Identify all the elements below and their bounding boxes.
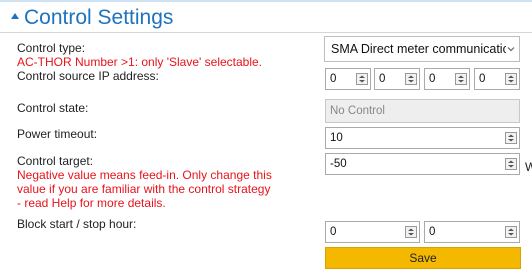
ip-octet-2-value: 0	[379, 73, 386, 85]
control-target-label: Control target:	[17, 154, 94, 168]
block-hours-label: Block start / stop hour:	[17, 217, 137, 231]
spinner-icon[interactable]	[405, 226, 417, 238]
spinner-icon[interactable]	[356, 73, 368, 85]
spinner-icon[interactable]	[505, 132, 517, 144]
section-header[interactable]: Control Settings	[0, 2, 532, 32]
triangle-up-icon[interactable]	[10, 11, 20, 21]
block-start-input[interactable]: 0	[325, 221, 420, 243]
ip-octet-4-input[interactable]: 0	[474, 68, 520, 90]
ip-octet-1-input[interactable]: 0	[325, 68, 371, 90]
ip-octet-3-input[interactable]: 0	[424, 68, 470, 90]
control-target-unit: W	[525, 160, 532, 174]
spinner-icon[interactable]	[505, 73, 517, 85]
control-state-field: No Control	[325, 99, 520, 123]
header-divider	[0, 32, 532, 33]
block-stop-value: 0	[429, 226, 436, 238]
spinner-icon[interactable]	[505, 226, 517, 238]
save-button[interactable]: Save	[325, 247, 521, 269]
control-type-selected: SMA Direct meter communication	[331, 42, 507, 56]
control-type-select[interactable]: SMA Direct meter communication	[324, 36, 520, 62]
ip-octet-2-input[interactable]: 0	[374, 68, 420, 90]
power-timeout-input[interactable]: 10	[325, 127, 520, 149]
power-timeout-label: Power timeout:	[17, 127, 98, 141]
control-target-input[interactable]: -50	[325, 153, 520, 175]
block-start-value: 0	[330, 226, 337, 238]
control-target-warning-line-3: - read Help for more details.	[17, 196, 166, 210]
spinner-icon[interactable]	[455, 73, 467, 85]
control-target-warning-line-1: Negative value means feed-in. Only chang…	[17, 168, 272, 182]
ip-octet-1-value: 0	[330, 73, 337, 85]
control-target-warning-line-2: value if you are familiar with the contr…	[17, 182, 271, 196]
control-state-label: Control state:	[17, 101, 89, 115]
section-title: Control Settings	[24, 6, 174, 29]
ip-octet-3-value: 0	[429, 73, 436, 85]
control-type-label: Control type:	[17, 41, 86, 55]
spinner-icon[interactable]	[405, 73, 417, 85]
control-state-value: No Control	[330, 105, 385, 117]
ip-octet-4-value: 0	[479, 73, 486, 85]
control-type-warning: AC-THOR Number >1: only 'Slave' selectab…	[17, 55, 263, 69]
block-stop-input[interactable]: 0	[424, 221, 520, 243]
spinner-icon[interactable]	[505, 158, 517, 170]
power-timeout-value: 10	[330, 132, 343, 144]
chevron-down-icon	[506, 44, 516, 54]
control-target-value: -50	[330, 158, 347, 170]
source-ip-label: Control source IP address:	[17, 69, 159, 83]
